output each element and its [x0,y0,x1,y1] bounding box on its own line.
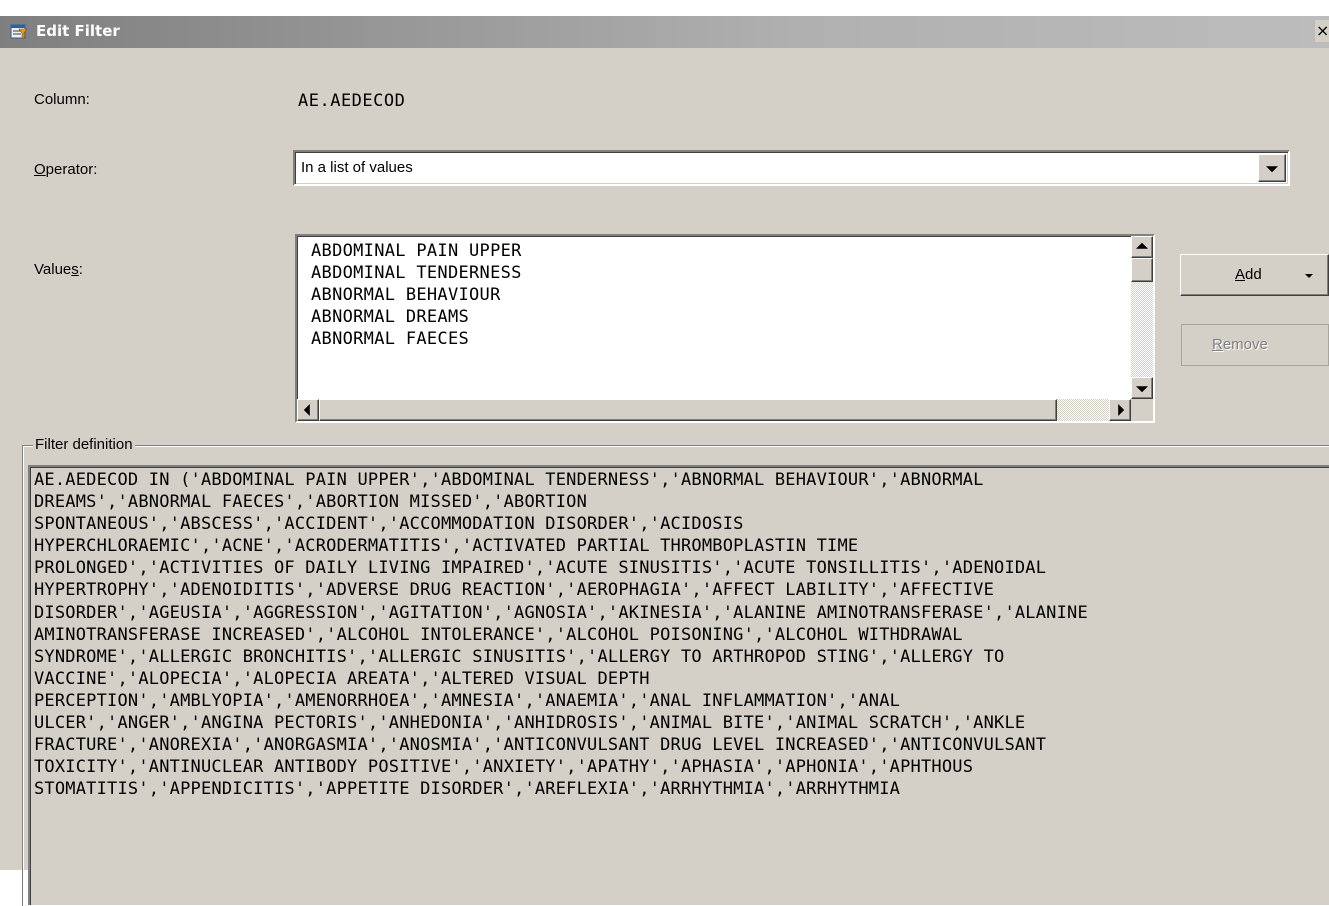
filter-definition-line: AMINOTRANSFERASE INCREASED','ALCOHOL INT… [34,624,963,645]
operator-selected-value: In a list of values [301,159,413,176]
filter-definition-line: FRACTURE','ANOREXIA','ANORGASMIA','ANOSM… [34,735,1047,756]
edit-filter-dialog: Edit Filter × Column: AE.AEDECOD Operato… [0,16,1329,906]
scroll-up-button[interactable] [1131,236,1153,258]
filter-definition-line: ULCER','ANGER','ANGINA PECTORIS','ANHEDO… [34,713,1026,734]
vertical-scroll-thumb[interactable] [1131,258,1153,282]
scroll-down-button[interactable] [1131,377,1153,399]
filter-definition-line: VACCINE','ALOPECIA','ALOPECIA AREATA','A… [34,668,650,689]
vertical-scrollbar[interactable] [1131,236,1153,399]
filter-definition-content: AE.AEDECOD IN ('ABDOMINAL PAIN UPPER','A… [34,469,1324,800]
operator-dropdown-button[interactable] [1258,154,1286,182]
operator-label: Operator: [34,161,97,178]
add-button-label: Add [1235,266,1262,283]
filter-definition-label: Filter definition [33,436,135,453]
values-label-prefix: Value [34,261,72,278]
arrow-right-icon [1118,404,1125,416]
dialog-title: Edit Filter [36,22,120,40]
list-item[interactable]: ABNORMAL FAECES [311,328,1129,350]
close-button[interactable]: × [1315,20,1329,42]
filter-definition-line: PERCEPTION','AMBLYOPIA','AMENORRHOEA','A… [34,690,901,711]
remove-button-label: Remove [1212,336,1268,353]
filter-definition-line: AE.AEDECOD IN ('ABDOMINAL PAIN UPPER','A… [34,470,984,490]
add-label-rest: dd [1245,266,1262,283]
remove-button[interactable]: Remove [1181,324,1329,366]
values-label-mnemonic: s [71,261,79,278]
chevron-down-icon [1266,166,1278,173]
arrow-down-icon [1136,386,1148,393]
remove-mnemonic: R [1212,336,1223,353]
column-value: AE.AEDECOD [298,91,406,111]
filter-definition-line: DISORDER','AGEUSIA','AGGRESSION','AGITAT… [34,602,1088,623]
operator-label-rest: perator: [45,161,98,178]
remove-label-rest: emove [1222,336,1268,353]
scroll-right-button[interactable] [1109,399,1131,421]
filter-definition-line: STOMATITIS','APPENDICITIS','APPETITE DIS… [34,779,901,800]
operator-mnemonic: O [34,161,46,178]
scrollbar-corner [1131,399,1153,421]
horizontal-scroll-thumb[interactable] [319,399,1057,421]
filter-definition-line: SYNDROME','ALLERGIC BRONCHITIS','ALLERGI… [34,646,1005,667]
list-item[interactable]: ABNORMAL DREAMS [311,306,1129,328]
filter-definition-line: HYPERTROPHY','ADENOIDITIS','ADVERSE DRUG… [34,580,995,601]
operator-select[interactable]: In a list of values [293,150,1290,186]
column-label: Column: [34,91,90,108]
filter-definition-line: PROLONGED','ACTIVITIES OF DAILY LIVING I… [34,558,1047,579]
filter-definition-line: TOXICITY','ANTINUCLEAR ANTIBODY POSITIVE… [34,757,974,778]
values-listbox[interactable]: ABDOMINAL PAIN UPPER ABDOMINAL TENDERNES… [295,234,1155,423]
scroll-left-button[interactable] [297,399,319,421]
arrow-left-icon [303,404,310,416]
add-mnemonic: A [1235,266,1246,283]
filter-definition-line: SPONTANEOUS','ABSCESS','ACCIDENT','ACCOM… [34,514,744,535]
filter-definition-text: AE.AEDECOD IN ('ABDOMINAL PAIN UPPER','A… [28,465,1329,905]
title-bar[interactable]: Edit Filter × [0,16,1329,48]
filter-definition-line: DREAMS','ABNORMAL FAECES','ABORTION MISS… [34,492,588,513]
values-list: ABDOMINAL PAIN UPPER ABDOMINAL TENDERNES… [311,240,1129,397]
list-item[interactable]: ABDOMINAL PAIN UPPER [311,240,1129,262]
values-label-suffix: : [78,261,83,278]
arrow-up-icon [1136,242,1148,249]
list-item[interactable]: ABDOMINAL TENDERNESS [311,262,1129,284]
horizontal-scrollbar[interactable] [297,399,1131,421]
filter-app-icon [10,23,28,40]
list-item[interactable]: ABNORMAL BEHAVIOUR [311,284,1129,306]
filter-definition-line: HYPERCHLORAEMIC','ACNE','ACRODERMATITIS'… [34,536,859,557]
values-label: Values: [34,261,83,278]
add-button[interactable]: Add [1180,254,1329,296]
dropdown-arrow-icon [1305,274,1313,278]
